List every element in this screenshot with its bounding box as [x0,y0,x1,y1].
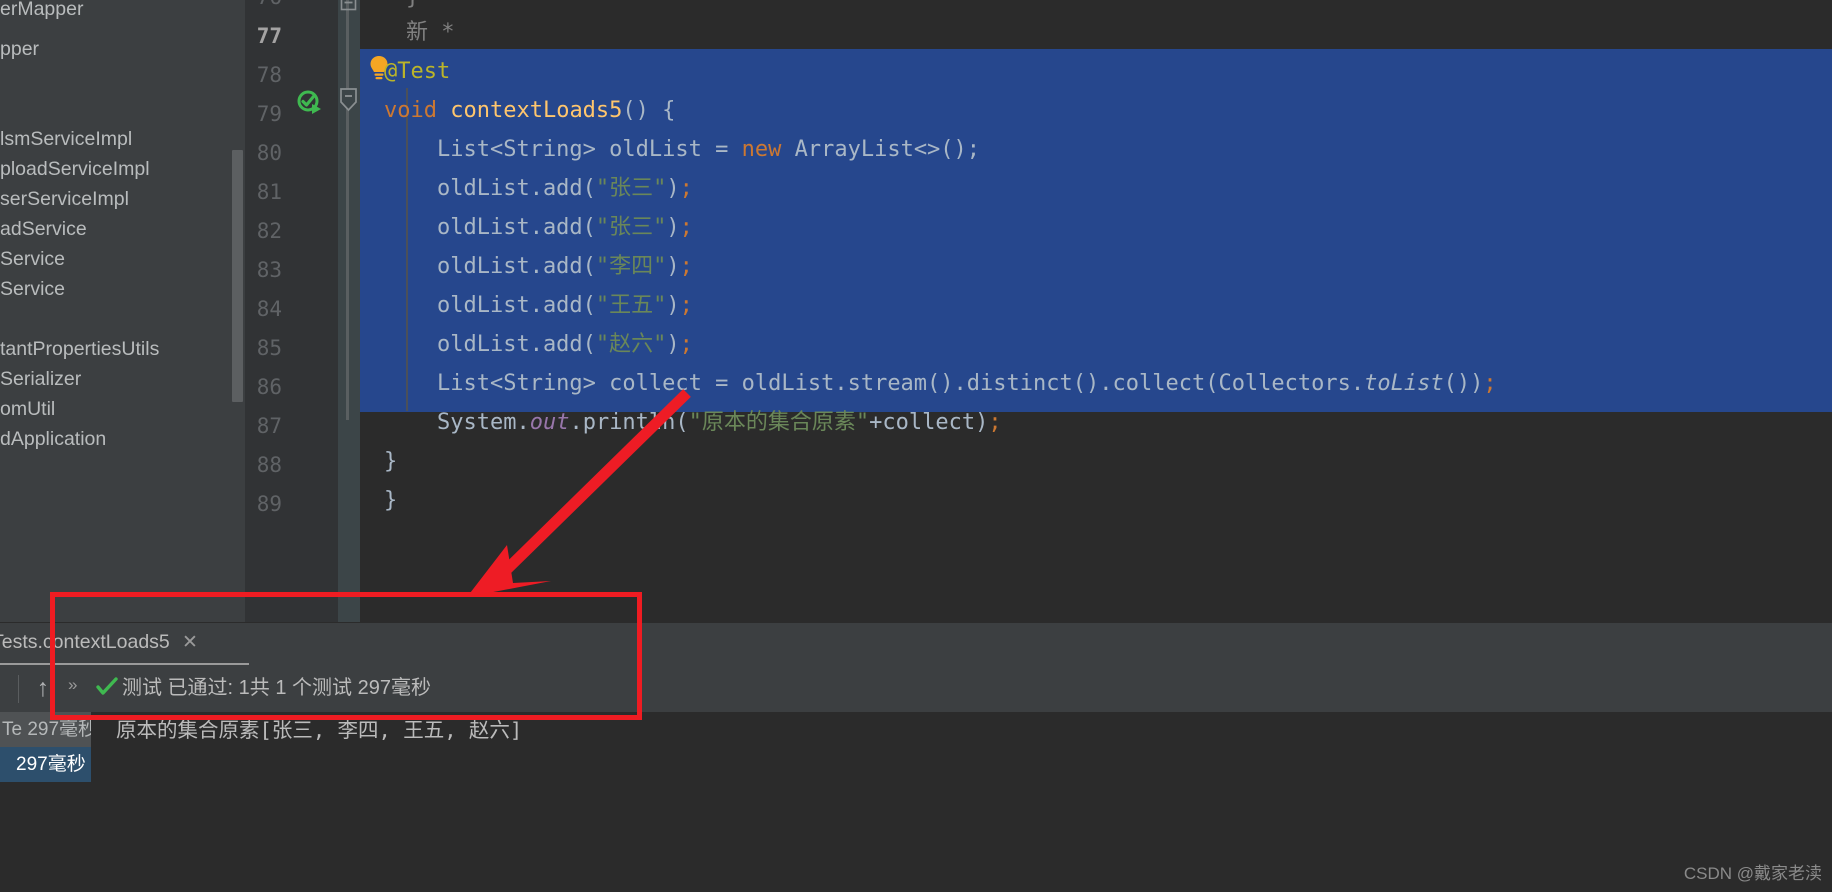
run-tool-window[interactable]: Tests.contextLoads5 ✕ ↑ » 测试 已通过: 1共 1 个… [0,622,1832,892]
code-token: List<String> oldList = [384,137,742,162]
line-number: 76 [222,0,282,17]
code-line[interactable]: List<String> collect = oldList.stream().… [384,364,1497,403]
test-results-body[interactable]: Te 297毫秒 297毫秒 原本的集合原素[张三, 李四, 王五, 赵六] [0,712,1832,892]
line-number: 80 [256,141,282,165]
code-token: "张三" [595,215,667,240]
code-token: ; [679,176,693,201]
line-number: 81 [256,180,282,204]
code-token: oldList.add( [384,176,596,201]
code-folding-strip[interactable] [338,0,360,622]
code-editor[interactable]: 7677787980818283848586878889 [245,0,1832,622]
project-tree-item[interactable]: Service [0,272,65,307]
code-token: ) [666,254,680,279]
test-results-toolbar[interactable]: ↑ » 测试 已通过: 1共 1 个测试 297毫秒 [0,665,1832,712]
expand-chevrons-icon[interactable]: » [68,675,77,695]
code-token: System. [384,410,530,435]
fold-region-line [346,0,349,420]
project-tree-item[interactable]: dApplication [0,422,106,457]
code-token: ) [666,293,680,318]
code-line[interactable]: oldList.add("赵六"); [384,325,693,364]
code-token: ; [1483,371,1497,396]
code-token: ; [679,293,693,318]
code-token: ) [666,215,680,240]
code-token: "王五" [595,293,667,318]
line-number: 82 [256,219,282,243]
line-number: 83 [256,258,282,282]
test-tree-panel[interactable]: Te 297毫秒 297毫秒 [0,712,97,892]
fold-collapse-icon-top[interactable] [340,0,357,11]
ide-window: erMapper pper lsmServiceImpl ploadServiceIm… [0,0,1832,892]
line-number: 77 [256,24,282,48]
code-token: ArrayList<>(); [794,137,981,162]
code-line[interactable]: oldList.add("张三"); [384,169,693,208]
code-token: "赵六" [595,332,667,357]
test-tree-row[interactable]: Te 297毫秒 [0,712,97,747]
code-token: oldList.add( [384,332,596,357]
javadoc-fragment: 新 * [406,20,455,45]
line-number: 88 [256,453,282,477]
code-token: oldList.add( [384,254,596,279]
code-line[interactable]: void contextLoads5() { [384,91,675,130]
code-token: ) [666,176,680,201]
code-token: ; [679,254,693,279]
line-number: 85 [256,336,282,360]
code-line[interactable]: List<String> oldList = new ArrayList<>()… [384,130,980,169]
code-line[interactable]: oldList.add("李四"); [384,247,693,286]
code-token: out [529,410,570,435]
code-token: +collect) [869,410,989,435]
code-token: ; [679,215,693,240]
console-output-panel[interactable]: 原本的集合原素[张三, 李四, 王五, 赵六] [91,712,1832,892]
code-token: new [741,137,795,162]
code-line[interactable]: oldList.add("张三"); [384,208,693,247]
code-line[interactable]: oldList.add("王五"); [384,286,693,325]
code-token: void [384,98,451,123]
code-line[interactable]: } [384,442,397,481]
line-number: 79 [256,102,282,126]
code-token: oldList.add( [384,215,596,240]
code-token: ; [988,410,1002,435]
code-token: () { [622,98,676,123]
code-token: ; [679,332,693,357]
code-token: } [384,449,398,474]
tab-tests-contextloads5[interactable]: Tests.contextLoads5 [0,631,170,654]
line-number: 87 [256,414,282,438]
code-token: oldList.add( [384,293,596,318]
line-number: 86 [256,375,282,399]
editor-gutter[interactable]: 7677787980818283848586878889 [245,0,338,622]
fold-collapse-icon[interactable] [339,88,357,112]
code-token: ()) [1443,371,1484,396]
close-icon[interactable]: ✕ [182,631,198,654]
editor-text-area[interactable]: } 新 * @Test void contextLoads5() { List<S… [360,0,1832,622]
line-number: 84 [256,297,282,321]
code-token: "张三" [595,176,667,201]
test-tree-row-selected[interactable]: 297毫秒 [0,747,91,782]
test-tree-row-label: Te 297毫秒 [2,719,98,740]
project-tree-panel[interactable]: erMapper pper lsmServiceImpl ploadServiceIm… [0,0,245,622]
code-line[interactable]: System.out.println("原本的集合原素"+collect); [384,403,1002,442]
code-token: ) [666,332,680,357]
project-tree-item[interactable]: pper [0,32,39,67]
code-token: @Test [384,59,451,84]
test-pass-status: 测试 已通过: 1共 1 个测试 297毫秒 [122,677,431,699]
watermark: CSDN @戴家老渎 [1683,864,1822,883]
test-passed-check-icon [96,677,118,702]
code-token: contextLoads5 [450,98,623,123]
run-test-gutter-icon[interactable] [297,90,323,116]
code-token: List<String> collect = oldList.stream().… [384,371,1365,396]
tool-window-tabbar[interactable]: Tests.contextLoads5 ✕ [0,622,1832,666]
code-token: "李四" [595,254,667,279]
code-token: } [384,488,398,513]
code-token: toList [1364,371,1444,396]
test-tree-row-label: 297毫秒 [16,754,86,775]
console-output-line: 原本的集合原素[张三, 李四, 王五, 赵六] [116,718,523,742]
code-line[interactable]: } [384,481,397,520]
code-token: "原本的集合原素" [688,410,870,435]
project-tree-item[interactable]: erMapper [0,0,83,27]
toolbar-divider [18,675,19,703]
code-token: .println( [569,410,689,435]
line-number: 78 [256,63,282,87]
code-line[interactable]: @Test [384,52,450,91]
previous-failed-test-icon[interactable]: ↑ [30,671,56,705]
line-number: 89 [256,492,282,516]
